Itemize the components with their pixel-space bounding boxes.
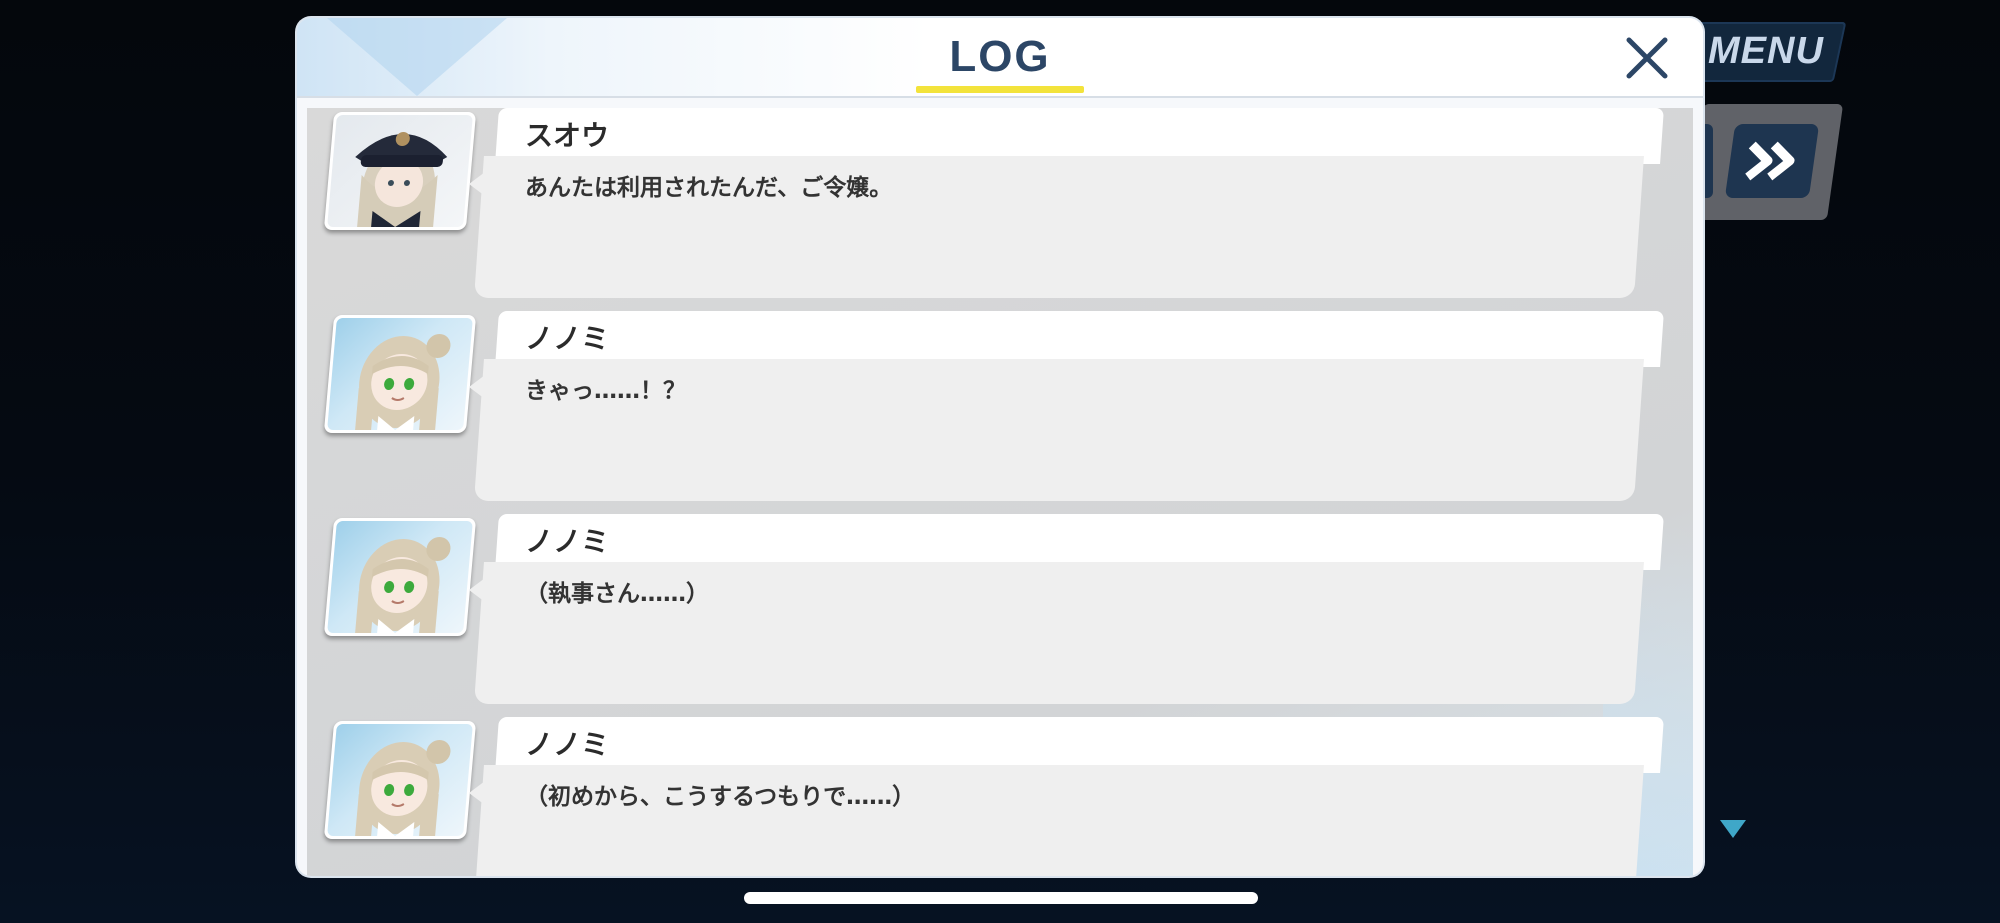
scroll-down-icon [1720, 820, 1746, 838]
log-title: LOG [949, 32, 1051, 81]
close-button[interactable] [1617, 30, 1677, 86]
log-entry: ノノミ （初めから、こうするつもりで……） [307, 717, 1693, 876]
log-list[interactable]: スオウ あんたは利用されたんだ、ご令嬢。 ノノミ きゃっ……！？ ノノミ （執事… [307, 108, 1693, 876]
speaker-name: スオウ [525, 119, 610, 152]
log-entry: ノノミ （執事さん……） [307, 514, 1693, 714]
log-window: LOG スオウ あんたは利用されたんだ、ご令嬢。 ノノミ きゃっ……！？ ノノミ… [297, 18, 1703, 876]
message-text: （初めから、こうするつもりで……） [525, 784, 916, 810]
skip-button[interactable] [1724, 124, 1820, 198]
log-entry: ノノミ きゃっ……！？ [307, 311, 1693, 511]
message-text: （執事さん……） [525, 581, 709, 607]
speaker-name: ノノミ [525, 525, 610, 558]
speaker-name: ノノミ [525, 728, 610, 761]
avatar-nonomi [323, 518, 477, 636]
avatar-nonomi [323, 315, 477, 433]
message-text: きゃっ……！？ [525, 378, 686, 404]
close-icon [1626, 37, 1668, 79]
log-header: LOG [297, 18, 1703, 98]
speaker-name: ノノミ [525, 322, 610, 355]
message-tail [469, 578, 485, 602]
log-entry: スオウ あんたは利用されたんだ、ご令嬢。 [307, 108, 1693, 308]
title-underline [916, 86, 1084, 93]
menu-label[interactable]: MENU [1708, 30, 1828, 76]
home-indicator [744, 892, 1258, 904]
avatar-suou [323, 112, 477, 230]
message-tail [469, 375, 485, 399]
header-decoration [327, 18, 507, 96]
avatar-nonomi [323, 721, 477, 839]
message-tail [469, 781, 485, 805]
message-text: あんたは利用されたんだ、ご令嬢。 [525, 175, 893, 201]
double-chevron-right-icon [1745, 141, 1795, 181]
message-tail [469, 172, 485, 196]
